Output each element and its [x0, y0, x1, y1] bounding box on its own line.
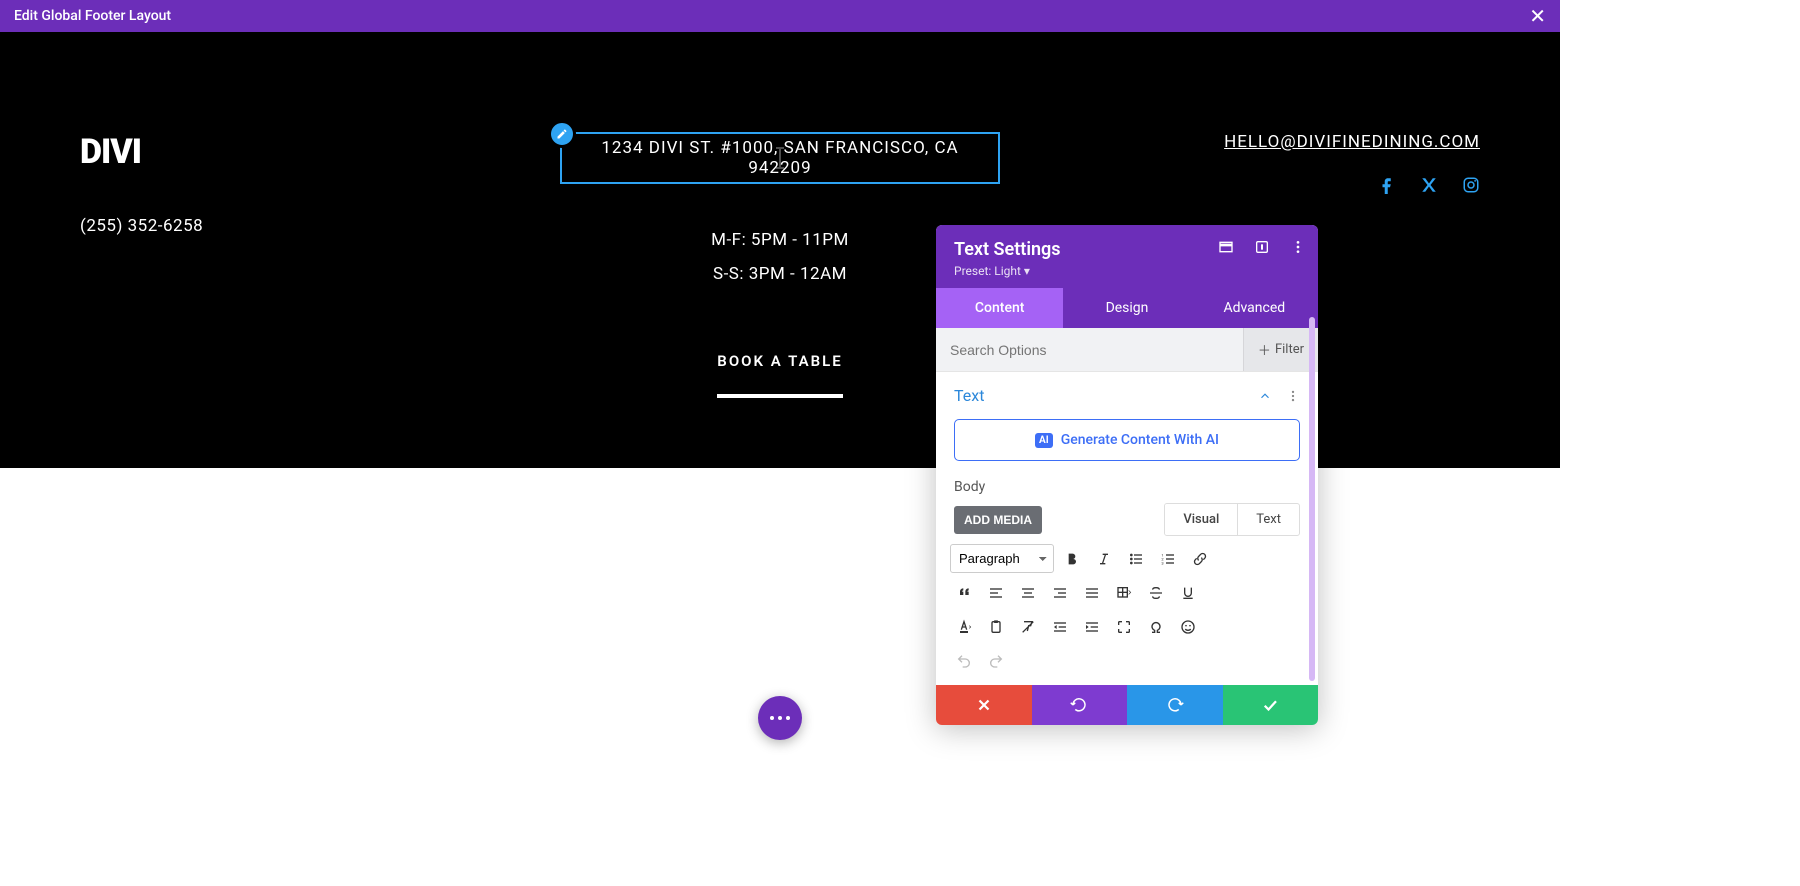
logo: DIVI [80, 132, 520, 172]
generate-ai-button[interactable]: AI Generate Content With AI [954, 419, 1300, 461]
undo-icon[interactable] [950, 647, 978, 675]
add-media-button[interactable]: ADD MEDIA [954, 506, 1042, 534]
strikethrough-icon[interactable] [1142, 579, 1170, 607]
outdent-icon[interactable] [1046, 613, 1074, 641]
link-icon[interactable] [1186, 545, 1214, 573]
panel-footer [936, 685, 1318, 725]
mode-visual[interactable]: Visual [1165, 504, 1237, 535]
more-vertical-icon[interactable] [1290, 239, 1306, 255]
editor-toolbar: Paragraph 123 [936, 540, 1318, 685]
panel-tabs: Content Design Advanced [936, 288, 1318, 328]
dot-icon [770, 716, 774, 720]
instagram-icon[interactable] [1462, 176, 1480, 194]
align-left-icon[interactable] [982, 579, 1010, 607]
body-label: Body [936, 475, 1318, 503]
panel-header[interactable]: Text Settings Preset: Light ▾ [936, 225, 1318, 288]
align-right-icon[interactable] [1046, 579, 1074, 607]
align-justify-icon[interactable] [1078, 579, 1106, 607]
editor-bar: ADD MEDIA Visual Text [936, 503, 1318, 540]
redo-history-button[interactable] [1127, 685, 1223, 725]
text-cursor-icon [779, 149, 781, 167]
svg-text:3: 3 [1161, 560, 1163, 565]
numbered-list-icon[interactable]: 123 [1154, 545, 1182, 573]
filter-label: Filter [1275, 342, 1304, 357]
mode-text[interactable]: Text [1237, 504, 1299, 535]
preset-dropdown[interactable]: Preset: Light ▾ [954, 264, 1300, 278]
editor-mode-tabs: Visual Text [1164, 503, 1300, 536]
selected-text-module[interactable]: 1234 DIVI ST. #1000, SAN FRANCISCO, CA 9… [560, 132, 1000, 184]
fullscreen-icon[interactable] [1110, 613, 1138, 641]
email-link[interactable]: HELLO@DIVIFINEDINING.COM [1040, 132, 1480, 152]
section-head-text[interactable]: Text [936, 372, 1318, 415]
undo-history-button[interactable] [1032, 685, 1128, 725]
italic-icon[interactable] [1090, 545, 1118, 573]
tab-design[interactable]: Design [1063, 288, 1190, 328]
help-icon[interactable] [1254, 239, 1270, 255]
text-settings-panel: Text Settings Preset: Light ▾ Content De… [936, 225, 1318, 725]
x-twitter-icon[interactable] [1420, 176, 1438, 194]
footer-preview: DIVI (255) 352-6258 1234 DIVI ST. #1000,… [0, 32, 1560, 468]
book-table-button[interactable]: BOOK A TABLE [717, 352, 842, 398]
ai-badge-icon: AI [1035, 433, 1053, 448]
panel-scrollbar[interactable] [1309, 317, 1315, 681]
emoji-icon[interactable] [1174, 613, 1202, 641]
align-center-icon[interactable] [1014, 579, 1042, 607]
facebook-icon[interactable] [1378, 176, 1396, 194]
blockquote-icon[interactable] [950, 579, 978, 607]
text-color-icon[interactable] [950, 613, 978, 641]
topbar-title: Edit Global Footer Layout [14, 8, 171, 24]
hours-line-1: M-F: 5PM - 11PM [560, 230, 1000, 250]
filter-button[interactable]: ＋ Filter [1243, 328, 1318, 371]
phone-text: (255) 352-6258 [80, 216, 520, 236]
close-icon[interactable]: ✕ [1529, 6, 1546, 26]
dot-icon [786, 716, 790, 720]
save-button[interactable] [1223, 685, 1319, 725]
search-row: ＋ Filter [936, 328, 1318, 372]
search-input[interactable] [936, 330, 1243, 370]
table-icon[interactable] [1110, 579, 1138, 607]
hours-block: M-F: 5PM - 11PM S-S: 3PM - 12AM [560, 230, 1000, 284]
plus-icon: ＋ [1258, 340, 1271, 359]
module-edit-icon[interactable] [548, 120, 576, 148]
bold-icon[interactable] [1058, 545, 1086, 573]
paste-icon[interactable] [982, 613, 1010, 641]
clear-format-icon[interactable] [1014, 613, 1042, 641]
generate-ai-label: Generate Content With AI [1061, 432, 1219, 448]
section-label: Text [954, 386, 984, 405]
tab-advanced[interactable]: Advanced [1191, 288, 1318, 328]
format-select[interactable]: Paragraph [950, 544, 1054, 573]
footer-col-center: 1234 DIVI ST. #1000, SAN FRANCISCO, CA 9… [560, 132, 1000, 398]
editor-topbar: Edit Global Footer Layout ✕ [0, 0, 1560, 32]
hours-line-2: S-S: 3PM - 12AM [560, 264, 1000, 284]
bullet-list-icon[interactable] [1122, 545, 1150, 573]
social-icons [1040, 176, 1480, 194]
indent-icon[interactable] [1078, 613, 1106, 641]
responsive-icon[interactable] [1218, 239, 1234, 255]
footer-col-left: DIVI (255) 352-6258 [80, 132, 520, 398]
redo-icon[interactable] [982, 647, 1010, 675]
underline-icon[interactable] [1174, 579, 1202, 607]
tab-content[interactable]: Content [936, 288, 1063, 328]
page-settings-fab[interactable] [758, 696, 802, 740]
more-vertical-icon[interactable] [1286, 389, 1300, 403]
discard-button[interactable] [936, 685, 1032, 725]
dot-icon [778, 716, 782, 720]
special-char-icon[interactable] [1142, 613, 1170, 641]
chevron-up-icon[interactable] [1258, 389, 1272, 403]
